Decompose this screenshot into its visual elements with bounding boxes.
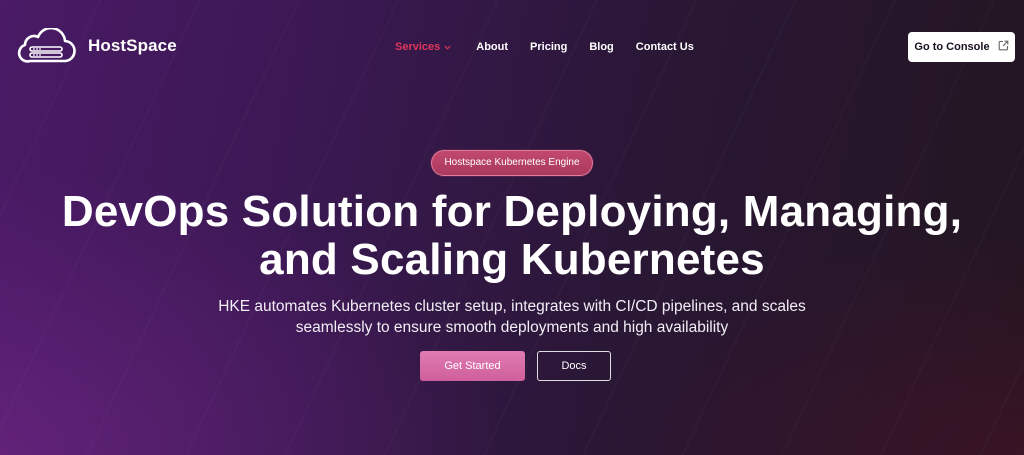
docs-button[interactable]: Docs bbox=[537, 351, 611, 381]
nav-item-label: Pricing bbox=[530, 41, 568, 53]
chevron-down-icon bbox=[444, 43, 451, 52]
hero-section: Hostspace Kubernetes Engine DevOps Solut… bbox=[0, 150, 1024, 338]
console-button-label: Go to Console bbox=[914, 41, 990, 53]
headline-line: and Scaling Kubernetes bbox=[259, 235, 765, 284]
nav-item-about[interactable]: About bbox=[476, 38, 508, 56]
nav-item-label: Blog bbox=[589, 41, 614, 53]
go-to-console-button[interactable]: Go to Console bbox=[908, 32, 1015, 62]
logo-link[interactable]: HostSpace bbox=[16, 28, 177, 64]
main-nav: Services About Pricing Blog Contact Us bbox=[395, 38, 694, 56]
nav-item-label: About bbox=[476, 41, 509, 53]
cloud-server-icon bbox=[16, 28, 76, 64]
get-started-button[interactable]: Get Started bbox=[420, 351, 525, 381]
nav-item-pricing[interactable]: Pricing bbox=[530, 38, 567, 56]
nav-item-label: Services bbox=[395, 41, 441, 53]
external-link-icon bbox=[998, 40, 1009, 54]
nav-item-blog[interactable]: Blog bbox=[589, 38, 613, 56]
description-line: seamlessly to ensure smooth deployments … bbox=[295, 319, 729, 336]
brand-name: HostSpace bbox=[88, 36, 177, 55]
product-badge: Hostspace Kubernetes Engine bbox=[431, 150, 593, 176]
nav-item-label: Contact Us bbox=[635, 41, 694, 53]
headline-line: DevOps Solution for Deploying, Managing, bbox=[61, 187, 963, 236]
hero-headline: DevOps Solution for Deploying, Managing,… bbox=[0, 188, 1024, 284]
nav-item-services[interactable]: Services bbox=[395, 38, 451, 56]
nav-item-contact-us[interactable]: Contact Us bbox=[636, 38, 694, 56]
cta-buttons: Get Started Docs bbox=[420, 351, 611, 381]
hero-description: HKE automates Kubernetes cluster setup, … bbox=[192, 296, 832, 338]
description-line: HKE automates Kubernetes cluster setup, … bbox=[218, 298, 806, 315]
top-navbar: HostSpace Services About Pricing Blog Co… bbox=[0, 0, 1024, 94]
